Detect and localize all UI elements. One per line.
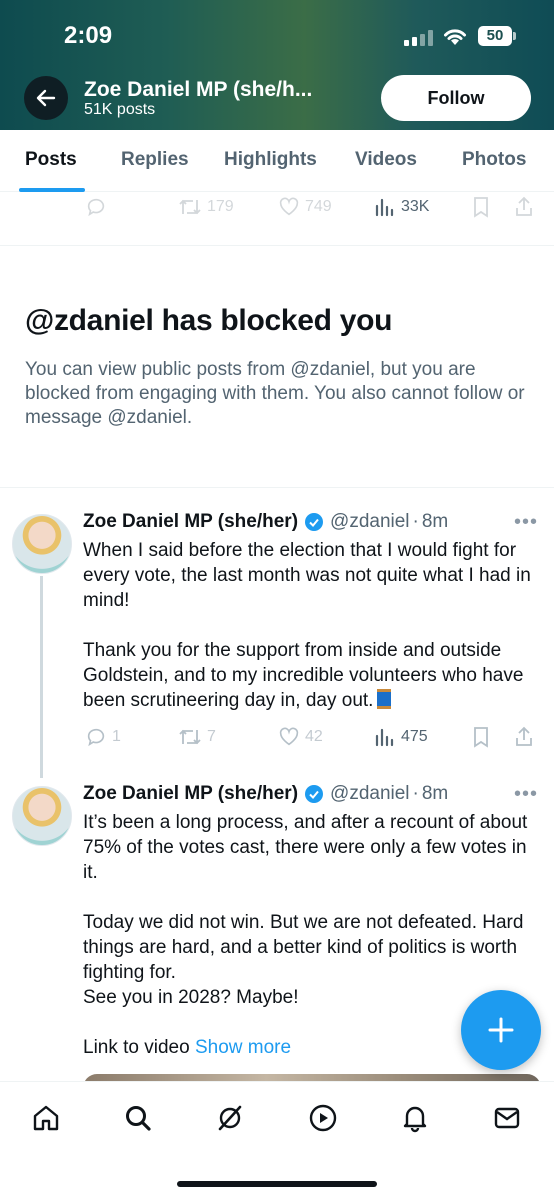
search-icon <box>126 1106 151 1131</box>
avatar[interactable] <box>12 514 72 574</box>
bookmark-icon <box>474 727 488 748</box>
avatar[interactable] <box>12 786 72 846</box>
compose-icon <box>488 1017 514 1043</box>
views-button[interactable]: 33K <box>374 196 429 218</box>
author-handle[interactable]: @zdaniel <box>330 511 410 533</box>
verified-icon <box>305 785 324 803</box>
author-name[interactable]: Zoe Daniel MP (she/her) <box>83 783 298 805</box>
bookmark-button[interactable] <box>471 196 491 218</box>
tab-replies[interactable]: Replies <box>121 149 189 171</box>
retweet-icon <box>179 199 201 215</box>
grok-icon <box>218 1105 242 1131</box>
notifications-icon <box>403 1106 427 1133</box>
nav-home[interactable] <box>30 1102 62 1134</box>
views-count: 475 <box>401 728 428 745</box>
author-handle[interactable]: @zdaniel <box>330 783 410 805</box>
more-options-icon[interactable]: ••• <box>514 783 538 806</box>
tweet-header: Zoe Daniel MP (she/her) @zdaniel · 8m <box>83 511 448 533</box>
tweet-time[interactable]: 8m <box>422 511 448 533</box>
views-button[interactable]: 475 <box>374 726 428 748</box>
separator-dot: · <box>412 783 419 804</box>
back-arrow-icon <box>36 89 56 107</box>
blocked-title: @zdaniel has blocked you <box>25 304 393 337</box>
blocked-notice: @zdaniel has blocked you You can view pu… <box>0 246 554 488</box>
tweet-text-content: It’s been a long process, and after a re… <box>83 812 528 1058</box>
wifi-icon <box>444 29 466 45</box>
share-icon <box>516 726 532 746</box>
share-button[interactable] <box>514 196 534 218</box>
tweet-header: Zoe Daniel MP (she/her) @zdaniel · 8m <box>83 783 448 805</box>
show-more-link[interactable]: Show more <box>195 1037 291 1058</box>
like-icon <box>279 197 299 216</box>
tweet-text: When I said before the election that I w… <box>83 538 543 713</box>
previous-tweet-actions: 179 749 33K <box>0 192 554 246</box>
tweet-time[interactable]: 8m <box>422 783 448 805</box>
retweet-button[interactable]: 179 <box>178 196 234 218</box>
views-icon <box>375 198 394 217</box>
reply-icon <box>87 198 105 217</box>
separator-dot: · <box>412 511 419 532</box>
bookmark-icon <box>474 197 488 218</box>
tweet[interactable]: Zoe Daniel MP (she/her) @zdaniel · 8m ••… <box>0 488 554 778</box>
tweet-text-content: When I said before the election that I w… <box>83 540 531 711</box>
nav-notifications[interactable] <box>399 1102 431 1134</box>
profile-tabs: Posts Replies Highlights Videos Photos <box>0 130 554 192</box>
cellular-signal-icon <box>404 30 434 46</box>
nav-video[interactable] <box>307 1102 339 1134</box>
bookmark-button[interactable] <box>471 726 491 748</box>
reply-icon <box>87 728 105 747</box>
nav-grok[interactable] <box>214 1102 246 1134</box>
reply-button[interactable] <box>85 196 107 218</box>
tab-videos[interactable]: Videos <box>355 149 417 171</box>
reply-button[interactable]: 1 <box>85 726 121 748</box>
like-count: 42 <box>305 728 323 745</box>
messages-icon <box>494 1107 520 1129</box>
play-icon <box>309 1104 337 1132</box>
tab-posts[interactable]: Posts <box>25 149 77 171</box>
like-count: 749 <box>305 198 332 215</box>
verified-icon <box>305 513 324 531</box>
tab-highlights[interactable]: Highlights <box>224 149 317 171</box>
status-time: 2:09 <box>64 22 113 49</box>
retweet-count: 179 <box>207 198 234 215</box>
follow-button[interactable]: Follow <box>381 75 531 121</box>
blocked-description: You can view public posts from @zdaniel,… <box>25 359 525 428</box>
status-bar: 2:09 50 <box>0 0 554 70</box>
thread-spool-emoji <box>377 689 392 709</box>
views-count: 33K <box>401 198 430 215</box>
views-icon <box>375 728 394 747</box>
battery-indicator: 50 <box>478 26 512 46</box>
like-icon <box>279 727 299 746</box>
nav-messages[interactable] <box>491 1102 523 1134</box>
more-options-icon[interactable]: ••• <box>514 511 538 534</box>
retweet-icon <box>179 729 201 745</box>
like-button[interactable]: 42 <box>278 726 323 748</box>
nav-search[interactable] <box>122 1102 154 1134</box>
reply-count: 1 <box>112 728 121 745</box>
share-icon <box>516 196 532 216</box>
profile-header: 2:09 50 Zoe Daniel MP (she/h... 51K post… <box>0 0 554 130</box>
back-button[interactable] <box>24 76 68 120</box>
home-icon <box>33 1105 59 1131</box>
retweet-count: 7 <box>207 728 216 745</box>
compose-button[interactable] <box>461 990 541 1070</box>
post-count: 51K posts <box>84 101 156 118</box>
home-indicator <box>177 1181 377 1187</box>
tab-photos[interactable]: Photos <box>462 149 526 171</box>
thread-line <box>40 576 43 778</box>
share-button[interactable] <box>514 726 534 748</box>
like-button[interactable]: 749 <box>278 196 332 218</box>
author-name[interactable]: Zoe Daniel MP (she/her) <box>83 511 298 533</box>
battery-tip <box>513 32 516 40</box>
retweet-button[interactable]: 7 <box>178 726 216 748</box>
profile-name: Zoe Daniel MP (she/h... <box>84 78 313 101</box>
